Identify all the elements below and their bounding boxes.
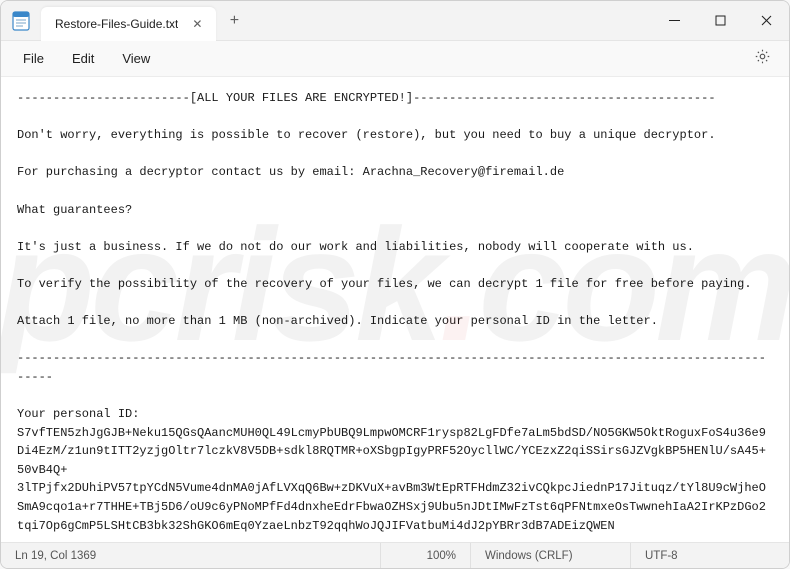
titlebar-drag-area[interactable] xyxy=(252,1,651,40)
title-bar: Restore-Files-Guide.txt ✕ + xyxy=(1,1,789,41)
menu-edit[interactable]: Edit xyxy=(60,46,106,71)
minimize-button[interactable] xyxy=(651,1,697,40)
menu-bar: File Edit View xyxy=(1,41,789,77)
settings-button[interactable] xyxy=(745,44,779,74)
status-encoding: UTF-8 xyxy=(631,543,789,568)
menu-view[interactable]: View xyxy=(110,46,162,71)
text-area[interactable]: ------------------------[ALL YOUR FILES … xyxy=(1,77,789,542)
menu-file[interactable]: File xyxy=(11,46,56,71)
close-tab-button[interactable]: ✕ xyxy=(188,15,206,33)
app-icon xyxy=(1,1,41,40)
status-line-endings: Windows (CRLF) xyxy=(471,543,631,568)
notepad-icon xyxy=(12,11,30,31)
status-bar: Ln 19, Col 1369 100% Windows (CRLF) UTF-… xyxy=(1,542,789,568)
notepad-window: Restore-Files-Guide.txt ✕ + File Edit Vi… xyxy=(0,0,790,569)
status-cursor-position: Ln 19, Col 1369 xyxy=(1,543,381,568)
document-tab[interactable]: Restore-Files-Guide.txt ✕ xyxy=(41,7,216,41)
tab-title: Restore-Files-Guide.txt xyxy=(55,17,178,31)
maximize-button[interactable] xyxy=(697,1,743,40)
close-window-button[interactable] xyxy=(743,1,789,40)
status-zoom[interactable]: 100% xyxy=(381,543,471,568)
gear-icon xyxy=(754,48,771,70)
new-tab-button[interactable]: + xyxy=(216,1,252,40)
window-controls xyxy=(651,1,789,40)
